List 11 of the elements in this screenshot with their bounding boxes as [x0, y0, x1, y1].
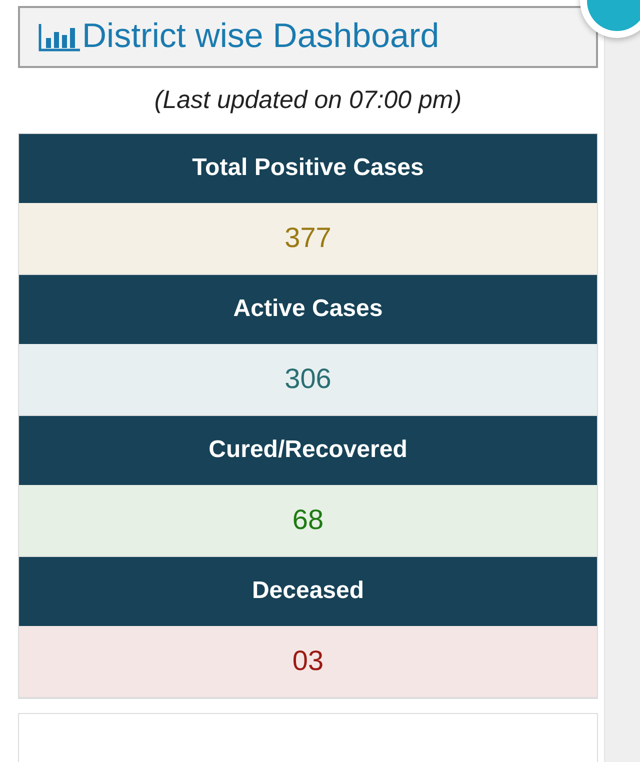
bar-chart-icon [38, 22, 82, 52]
last-updated-text: (Last updated on 07:00 pm) [153, 86, 463, 115]
stat-label: Deceased [19, 556, 597, 626]
dashboard-title: District wise Dashboard [82, 17, 440, 56]
stat-value: 306 [19, 344, 597, 416]
stat-value: 03 [19, 626, 597, 698]
stat-label: Cured/Recovered [19, 416, 597, 485]
stat-value: 377 [19, 202, 597, 275]
stat-label: Total Positive Cases [19, 134, 597, 203]
stat-value: 68 [19, 484, 597, 557]
stat-label: Active Cases [19, 274, 597, 344]
